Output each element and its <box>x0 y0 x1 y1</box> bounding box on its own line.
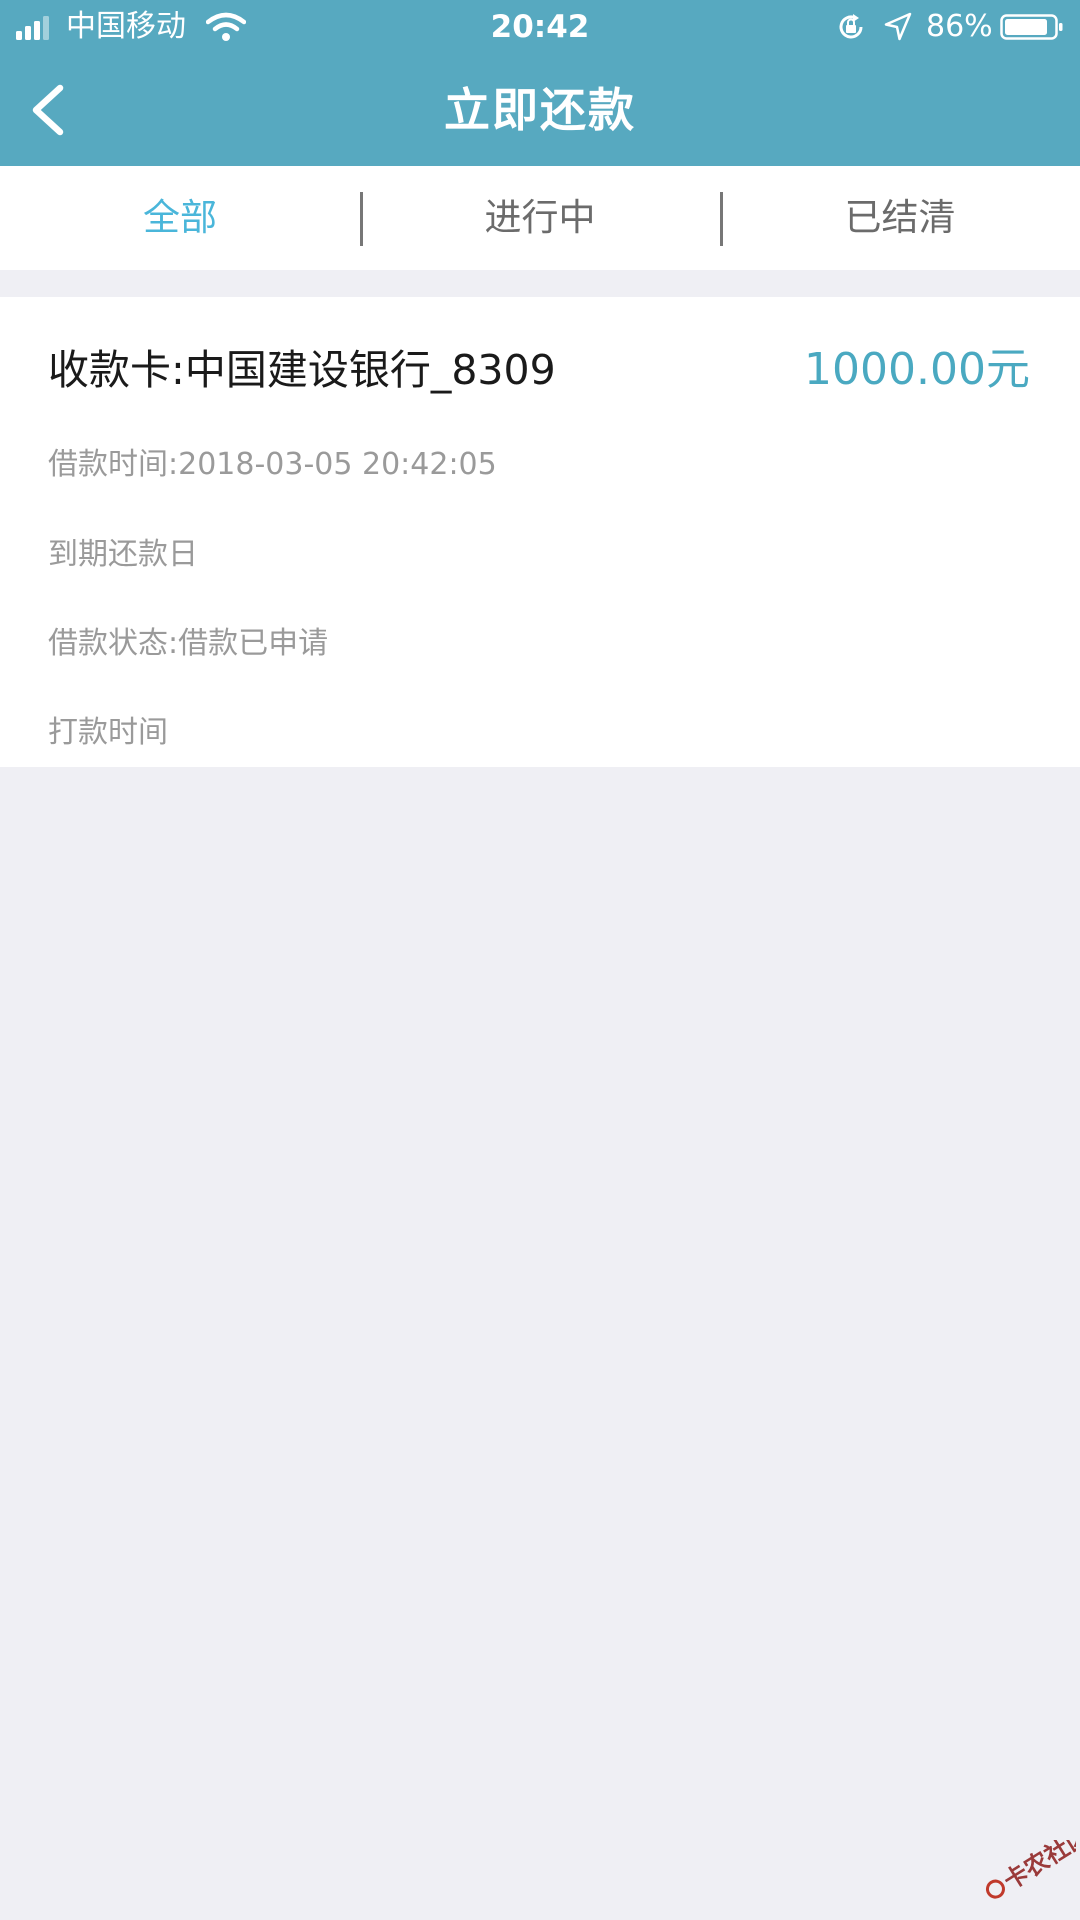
kanong-community-watermark-logo: 卡农社区 <box>985 1840 1076 1899</box>
tab-divider <box>720 192 723 246</box>
payout-time-label: 打款时间 <box>48 715 168 750</box>
tab-in-progress[interactable]: 进行中 <box>360 166 720 270</box>
status-bar: 中国移动 20:42 86% <box>0 0 1080 54</box>
battery-percentage: 86% <box>926 9 993 44</box>
loan-amount: 1000.00元 <box>804 344 1030 395</box>
rotation-lock-icon <box>839 14 863 39</box>
borrow-time: 借款时间:2018-03-05 20:42:05 <box>48 447 497 482</box>
page-title: 立即还款 <box>444 83 636 137</box>
loan-status: 借款状态:借款已申请 <box>48 626 329 661</box>
due-date-label: 到期还款日 <box>48 537 198 572</box>
battery-icon <box>1000 14 1063 40</box>
tab-settled[interactable]: 已结清 <box>720 166 1080 270</box>
header-bar: 中国移动 20:42 86% 立即还款 <box>0 0 1080 166</box>
filter-tab-bar: 全部 进行中 已结清 <box>0 166 1080 270</box>
receiving-card-label: 收款卡:中国建设银行_8309 <box>48 346 556 394</box>
status-time: 20:42 <box>490 9 590 45</box>
tab-all[interactable]: 全部 <box>0 166 360 270</box>
location-arrow-icon <box>884 12 912 41</box>
tab-divider <box>360 192 363 246</box>
svg-text:卡农社区: 卡农社区 <box>999 1840 1076 1895</box>
